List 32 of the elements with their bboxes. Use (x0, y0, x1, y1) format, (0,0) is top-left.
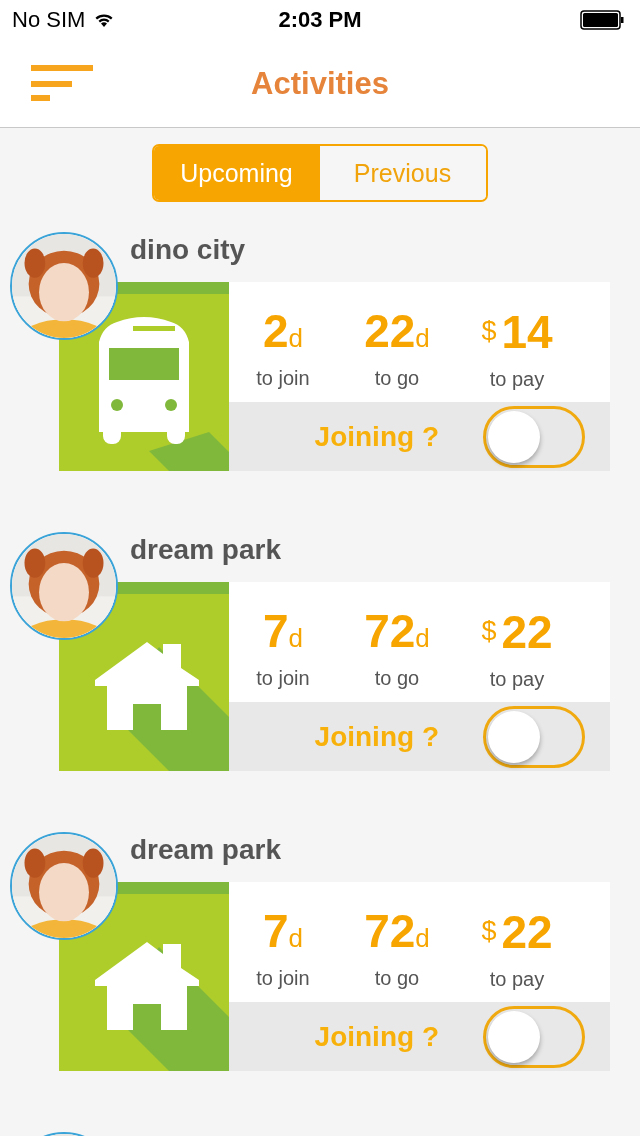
stat-value: 72d (364, 906, 430, 959)
screen-title: Activities (251, 65, 389, 102)
stat-value: 7d (262, 906, 304, 959)
activity-card[interactable]: 7d to join 72d to go $^{$}$22 to pay Joining ? (59, 882, 610, 1071)
clock-time: 2:03 PM (278, 7, 362, 33)
stat-value: 22d (364, 306, 430, 359)
activity-name: dream park (130, 534, 281, 566)
stat-label: to join (256, 967, 310, 990)
carrier-label: No SIM (12, 7, 86, 33)
stat-label: to pay (489, 368, 545, 391)
stat-label: to go (374, 367, 420, 390)
stat-value: $^{$}$22 (481, 906, 553, 960)
menu-button[interactable] (31, 64, 93, 103)
stat-label: to pay (489, 968, 545, 991)
stat-value: 2d (262, 306, 304, 359)
stat-label: to go (374, 967, 420, 990)
joining-prompt: Joining ? (314, 1020, 439, 1053)
joining-prompt: Joining ? (314, 720, 439, 753)
stat-label: to join (256, 367, 310, 390)
stat-value: $^{$}$22 (481, 606, 553, 660)
stat-value: 72d (364, 606, 430, 659)
activity-name: dream park (130, 834, 281, 866)
stat-value: $^{$}$14 (481, 306, 553, 360)
stat-value: 7d (262, 606, 304, 659)
activity-card[interactable]: 2d to join 22d to go $^{$}$14 to pay Joining ? (59, 282, 610, 471)
activity-card[interactable]: 7d to join 72d to go $^{$}$22 to pay Joining ? (59, 582, 610, 771)
activity-name: dino city (130, 234, 246, 266)
battery-icon (580, 10, 624, 30)
joining-prompt: Joining ? (314, 420, 439, 453)
stat-label: to pay (489, 668, 545, 691)
stat-label: to go (374, 667, 420, 690)
stat-label: to join (256, 667, 310, 690)
